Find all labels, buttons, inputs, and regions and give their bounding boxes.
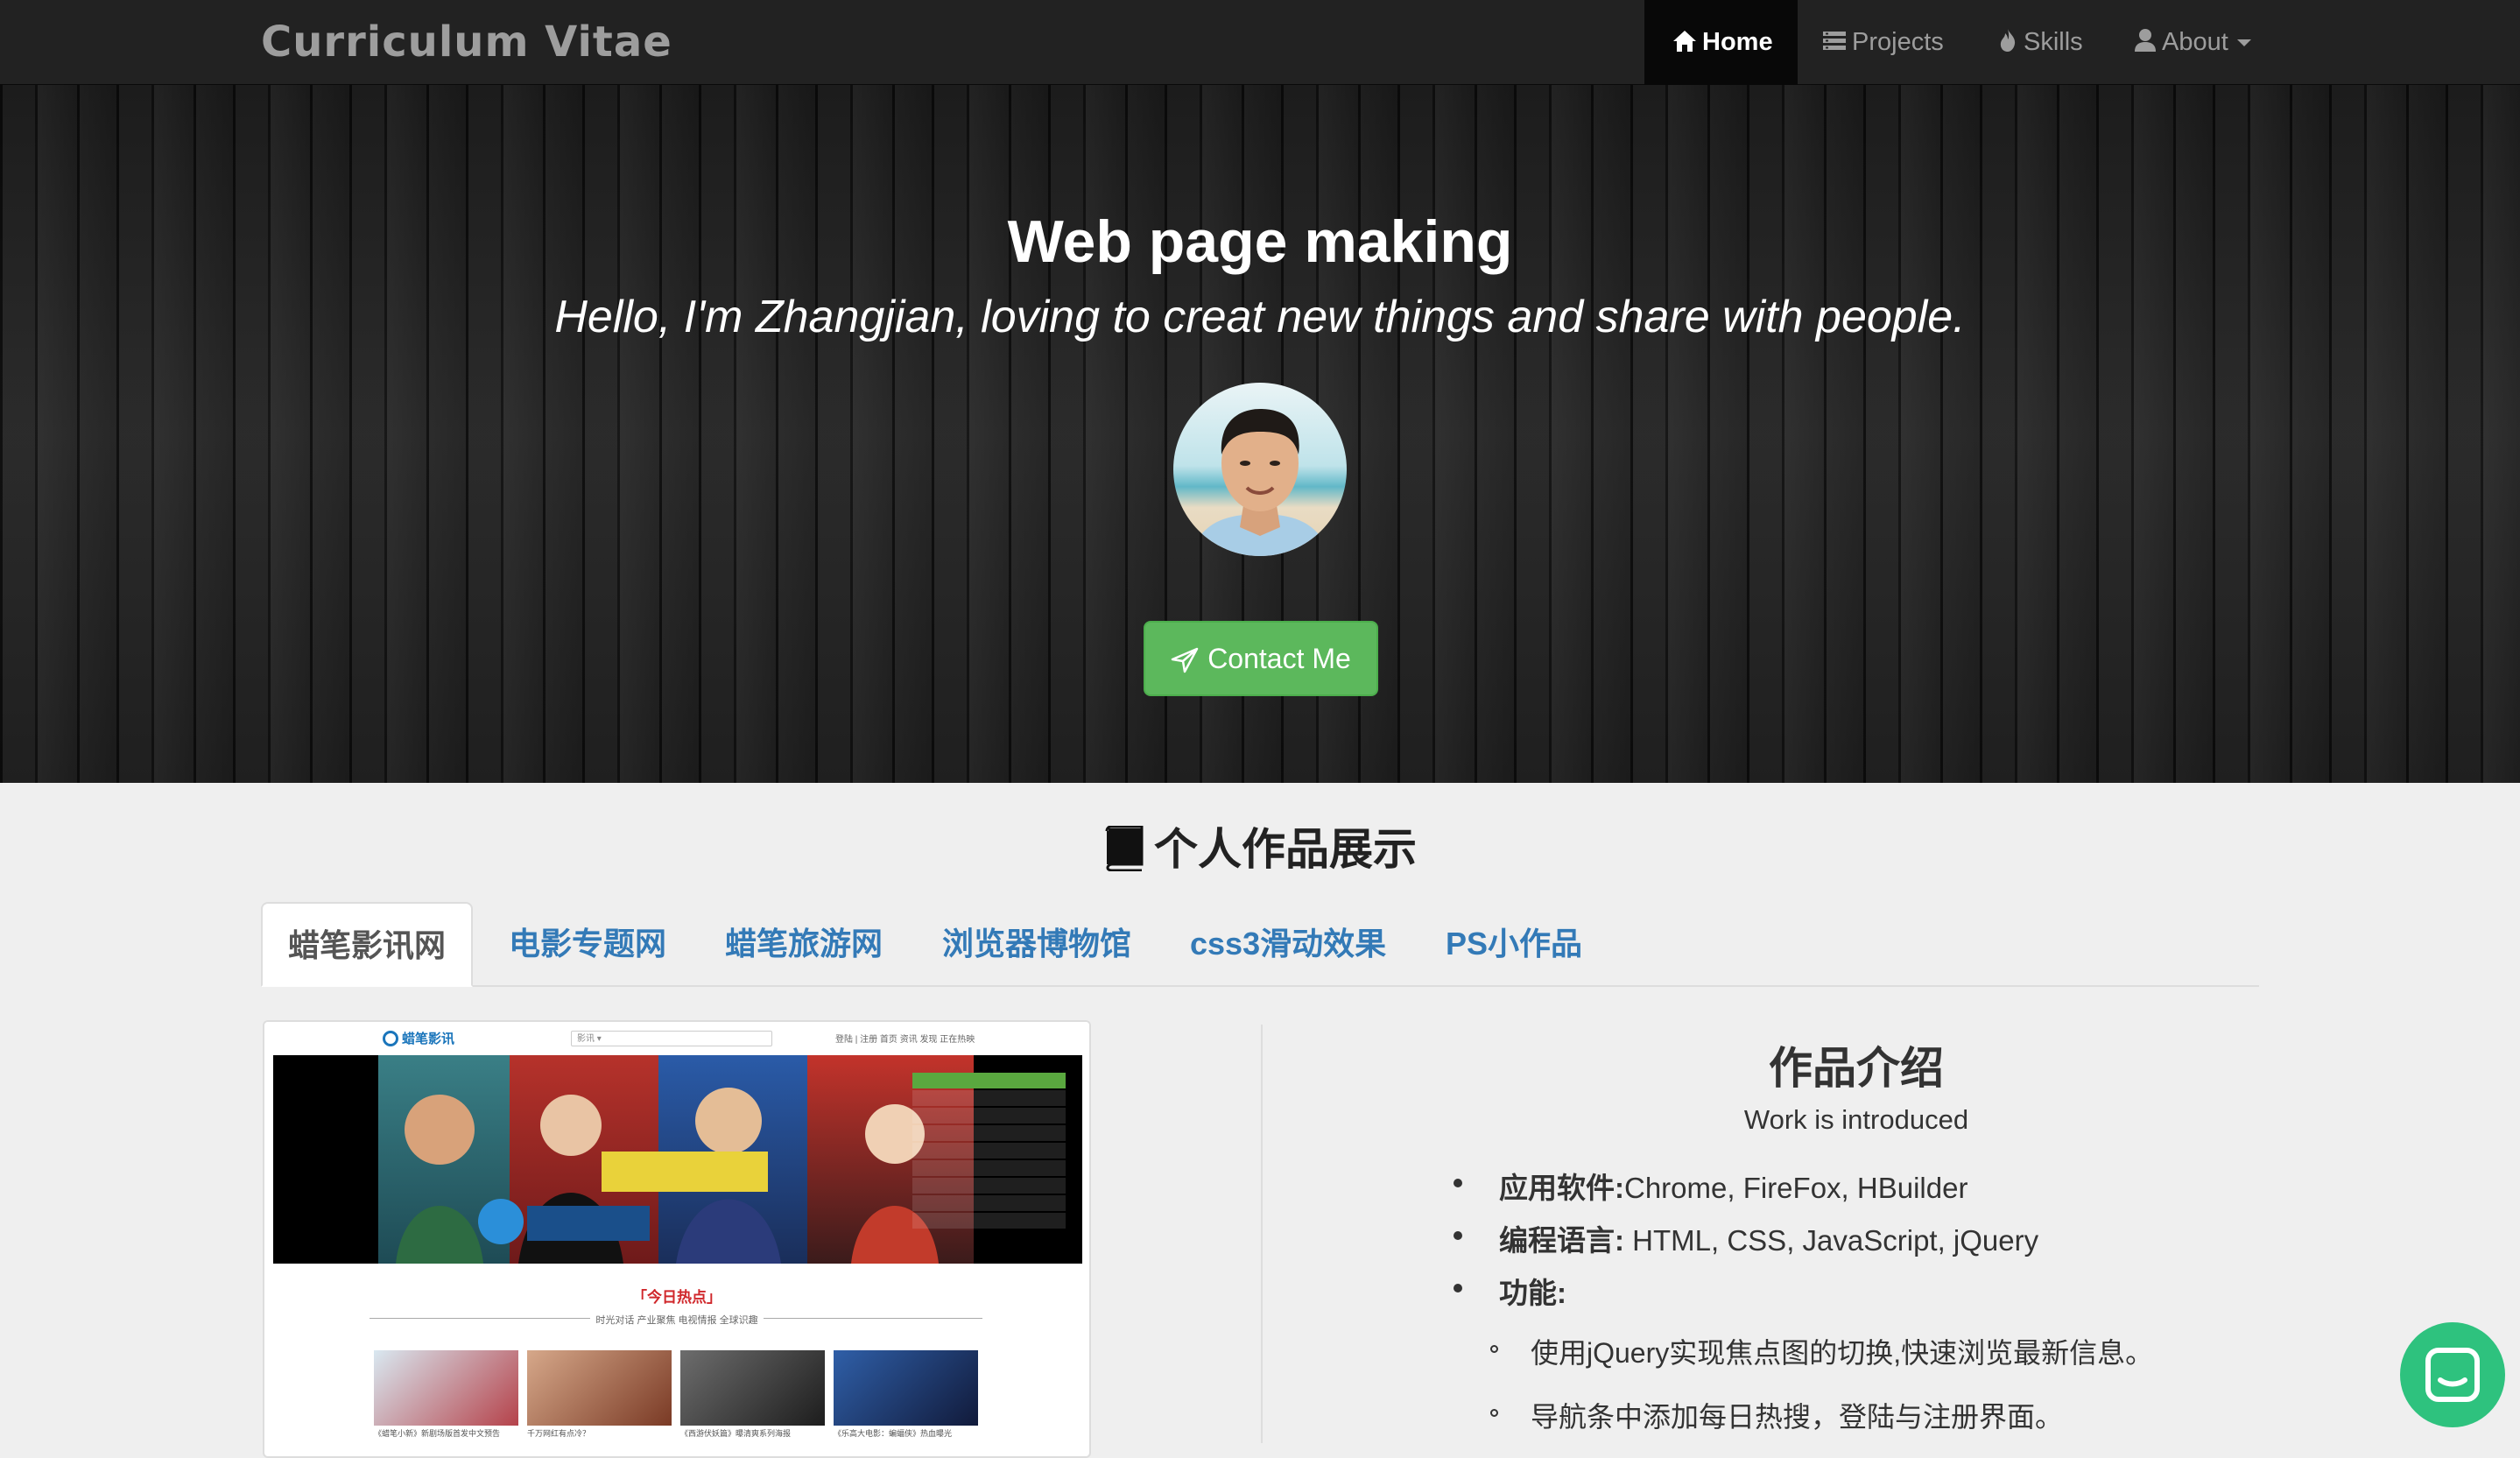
preview-thumb xyxy=(374,1350,518,1426)
preview-thumb xyxy=(834,1350,978,1426)
nav-about-label: About xyxy=(2162,28,2228,56)
brand-logo[interactable]: Curriculum Vitae xyxy=(261,16,672,68)
preview-caption: 《蜡笔小新》新剧场版首发中文预告 xyxy=(374,1429,501,1438)
divider xyxy=(1261,1025,1263,1443)
nav-home-label: Home xyxy=(1702,28,1773,56)
book-icon xyxy=(1105,825,1144,872)
nav-projects-label: Projects xyxy=(1852,28,1944,56)
preview-hot-title: 「今日热点」 xyxy=(632,1289,722,1306)
nav-skills[interactable]: Skills xyxy=(1997,0,2083,85)
nav-skills-label: Skills xyxy=(2024,28,2083,56)
hero-subtitle: Hello, I'm Zhangjian, loving to creat ne… xyxy=(554,292,1966,342)
preview-caption: 《乐高大电影：蝙蝠侠》热血曝光 xyxy=(834,1429,953,1438)
preview-search: 影讯 ▾ xyxy=(571,1031,772,1046)
preview-banner xyxy=(273,1055,1082,1264)
preview-thumb xyxy=(680,1350,825,1426)
works-section-title: 个人作品展示 xyxy=(0,814,2520,877)
tab-crayon-news[interactable]: 蜡笔影讯网 xyxy=(261,902,473,987)
tab-crayon-travel[interactable]: 蜡笔旅游网 xyxy=(725,902,883,985)
intro-title: 作品介绍 xyxy=(1769,1044,1944,1093)
navbar: Curriculum Vitae Home Projects Skills Ab… xyxy=(0,0,2520,85)
send-icon xyxy=(1171,647,1199,673)
intro-subtitle: Work is introduced xyxy=(1743,1104,1969,1135)
preview-links: 登陆 | 注册 首页 资讯 发现 正在热映 xyxy=(835,1035,975,1045)
user-icon xyxy=(2135,29,2156,52)
tab-browser-museum[interactable]: 浏览器博物馆 xyxy=(942,902,1131,985)
nav-projects[interactable]: Projects xyxy=(1822,0,1944,85)
contact-me-button[interactable]: Contact Me xyxy=(1144,621,1378,696)
tab-css3-slide[interactable]: css3滑动效果 xyxy=(1190,902,1386,985)
preview-caption: 《西游伏妖篇》曝清爽系列海报 xyxy=(680,1429,792,1438)
hero-title: Web page making xyxy=(1007,208,1513,275)
chevron-down-icon xyxy=(2236,39,2251,46)
tab-movie-topic[interactable]: 电影专题网 xyxy=(509,902,666,985)
avatar xyxy=(1173,383,1347,556)
project-preview-image[interactable]: 蜡笔影讯 影讯 ▾ 登陆 | 注册 首页 资讯 发现 正在热映 「今日热点」 时… xyxy=(263,1020,1091,1458)
tab-ps-works[interactable]: PS小作品 xyxy=(1446,902,1582,985)
preview-thumb xyxy=(527,1350,672,1426)
chat-icon xyxy=(2425,1348,2480,1402)
nav-about[interactable]: About xyxy=(2134,0,2251,85)
chat-widget-button[interactable] xyxy=(2400,1322,2505,1427)
preview-caption: 千万网红有点冷？ xyxy=(527,1429,591,1438)
works-tabs: 蜡笔影讯网 电影专题网 蜡笔旅游网 浏览器博物馆 css3滑动效果 PS小作品 xyxy=(261,902,2259,987)
preview-header: 蜡笔影讯 影讯 ▾ 登陆 | 注册 首页 资讯 发现 正在热映 xyxy=(264,1022,1089,1055)
preview-categories: 时光对话 产业聚焦 电视情报 全球识趣 xyxy=(264,1313,1089,1327)
nav-home[interactable]: Home xyxy=(1644,0,1798,85)
fire-icon xyxy=(2000,29,2016,52)
works-title-text: 个人作品展示 xyxy=(1154,825,1417,874)
list-icon xyxy=(1823,32,1846,50)
home-icon xyxy=(1673,31,1696,52)
contact-me-label: Contact Me xyxy=(1207,643,1351,674)
preview-logo: 蜡笔影讯 xyxy=(383,1029,454,1047)
hero-section: Web page making Hello, I'm Zhangjian, lo… xyxy=(0,85,2520,783)
